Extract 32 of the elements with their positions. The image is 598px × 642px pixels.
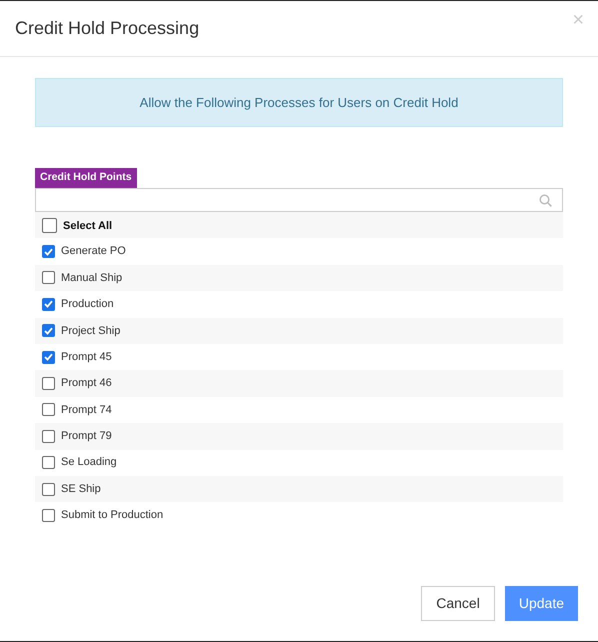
checkbox[interactable] xyxy=(42,350,55,364)
dialog-title: Credit Hold Processing xyxy=(15,17,200,40)
checkbox-label: Prompt 46 xyxy=(61,376,112,392)
checkbox[interactable] xyxy=(42,482,55,496)
close-button[interactable]: × xyxy=(572,10,584,30)
checkbox[interactable] xyxy=(42,403,55,416)
checkbox-label: Prompt 79 xyxy=(61,429,112,444)
checkbox-label: SE Ship xyxy=(61,482,101,497)
checkbox[interactable] xyxy=(42,271,55,284)
checkbox[interactable] xyxy=(42,430,55,443)
checkbox-label: Manual Ship xyxy=(61,270,122,286)
info-banner: Allow the Following Processes for Users on Credit Hold xyxy=(35,78,563,127)
checkbox[interactable] xyxy=(42,377,55,390)
checkbox[interactable] xyxy=(42,298,55,311)
update-button[interactable]: Update xyxy=(504,586,578,621)
section-label: Credit Hold Points xyxy=(35,168,137,188)
checkbox-label: Prompt 74 xyxy=(61,402,112,418)
checkbox[interactable] xyxy=(42,456,55,470)
checkbox-label: Generate PO xyxy=(61,244,126,260)
search-field[interactable] xyxy=(35,188,563,212)
search-icon xyxy=(539,194,552,206)
checkbox-label: Production xyxy=(61,297,114,312)
cancel-button[interactable]: Cancel xyxy=(421,586,495,621)
checkbox[interactable] xyxy=(42,324,55,338)
checkbox-label: Se Loading xyxy=(61,455,117,470)
checkbox[interactable] xyxy=(42,508,55,522)
checkbox[interactable] xyxy=(42,245,55,258)
checkbox-label: Submit to Production xyxy=(61,508,164,524)
checkbox[interactable] xyxy=(42,218,57,233)
checkbox-label: Project Ship xyxy=(61,324,120,338)
checkbox-label: Prompt 45 xyxy=(61,350,112,365)
checkbox-label: Select All xyxy=(63,219,112,234)
